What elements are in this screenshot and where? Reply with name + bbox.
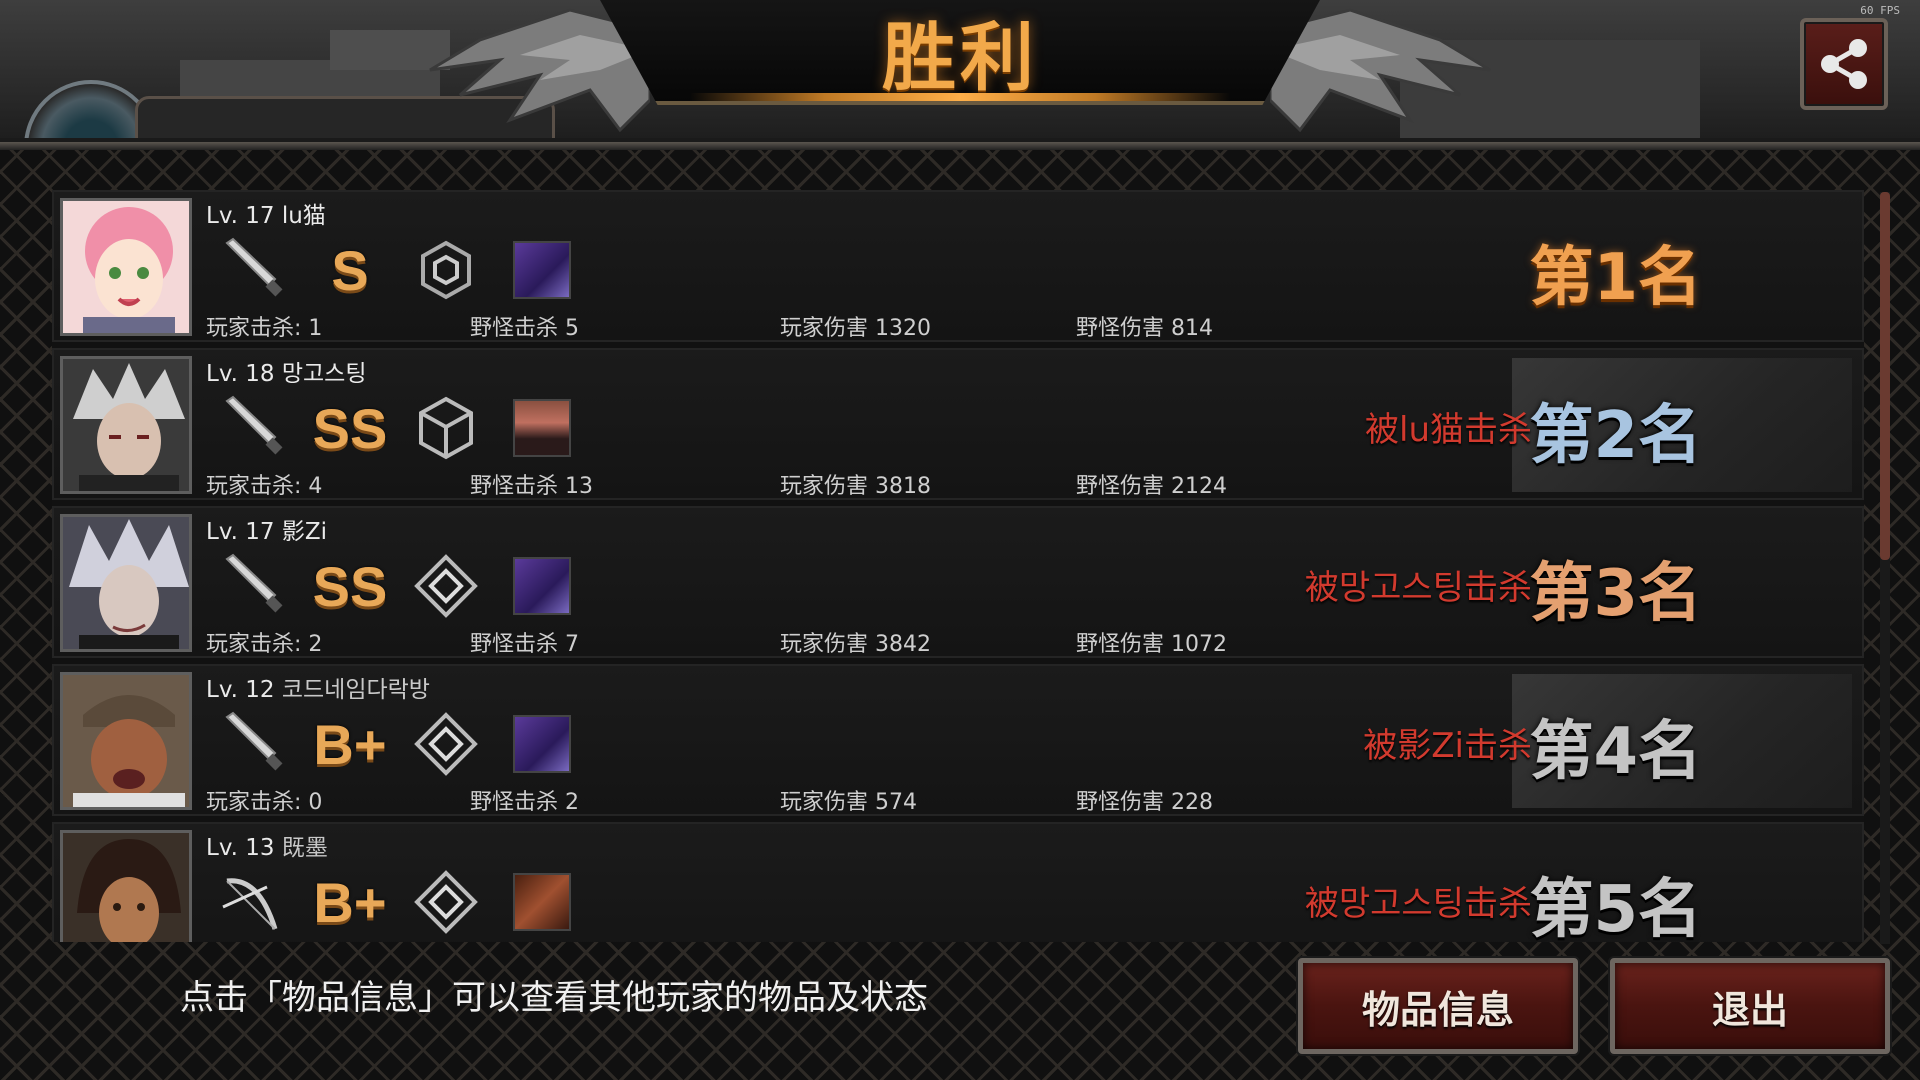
hint-text: 点击「物品信息」可以查看其他玩家的物品及状态 — [180, 978, 928, 1018]
killed-by-label: 被망고스팅击杀 — [1304, 884, 1532, 924]
grade-badge: SS — [312, 396, 388, 460]
grade-badge: B + — [313, 870, 387, 934]
player-kills: 玩家击杀: 1 — [206, 316, 323, 341]
knife-icon[interactable] — [206, 704, 302, 784]
rank-label: 第4名 — [1529, 715, 1702, 789]
diamond-emblem-icon[interactable] — [398, 704, 494, 784]
rank-label: 第2名 — [1529, 399, 1702, 473]
purple-skin-icon[interactable] — [494, 546, 590, 626]
player-level: Lv. 18 — [206, 361, 275, 387]
player-name: 影Zi — [281, 519, 327, 545]
avatar — [60, 198, 192, 336]
killed-by-label: 被망고스팅击杀 — [1304, 568, 1532, 608]
monster-damage: 野怪伤害 1072 — [1076, 632, 1227, 657]
player-name: lu猫 — [281, 203, 326, 229]
player-level: Lv. 17 — [206, 203, 275, 229]
purple-skin-icon[interactable] — [494, 230, 590, 310]
avatar — [60, 830, 192, 942]
player-kills: 玩家击杀: 4 — [206, 474, 323, 499]
player-row[interactable]: Lv. 18 망고스팅 SS 玩家击杀: 4 野怪击杀 13 玩家伤害 3818… — [52, 348, 1864, 500]
rank-label: 第5名 — [1529, 873, 1702, 942]
diamond-emblem-icon[interactable] — [398, 546, 494, 626]
player-level: Lv. 17 — [206, 519, 275, 545]
cube-emblem-icon[interactable] — [398, 388, 494, 468]
victory-title: 胜利 — [882, 15, 1038, 101]
item-info-button[interactable]: 物品信息 — [1298, 958, 1578, 1054]
results-list[interactable]: Lv. 17 lu猫 S 玩家击杀: 1 野怪击杀 5 玩家伤害 1320 野怪… — [52, 190, 1864, 942]
grade-badge: SS — [312, 554, 388, 618]
avatar — [60, 672, 192, 810]
monster-kills: 野怪击杀 13 — [470, 474, 593, 499]
scrollbar[interactable] — [1880, 192, 1890, 944]
share-button[interactable] — [1800, 18, 1888, 110]
sunglasses-skin-icon[interactable] — [494, 388, 590, 468]
killed-by-label: 被影Zi击杀 — [1363, 726, 1532, 766]
player-level: Lv. 12 — [206, 677, 275, 703]
monster-damage: 野怪伤害 2124 — [1076, 474, 1227, 499]
knife-icon[interactable] — [206, 388, 302, 468]
monster-damage: 野怪伤害 228 — [1076, 790, 1213, 815]
monster-damage: 野怪伤害 814 — [1076, 316, 1213, 341]
avatar — [60, 514, 192, 652]
player-level: Lv. 13 — [206, 835, 275, 861]
grade-badge: S — [331, 238, 369, 302]
player-damage: 玩家伤害 1320 — [780, 316, 931, 341]
player-name: 코드네임다락방 — [281, 677, 430, 703]
player-row[interactable]: Lv. 13 既墨 B + 被망고스팅击杀 第5名 — [52, 822, 1864, 942]
knife-icon[interactable] — [206, 230, 302, 310]
rank-label: 第1名 — [1529, 241, 1702, 315]
monster-kills: 野怪击杀 7 — [470, 632, 579, 657]
grade-badge: B + — [313, 712, 387, 776]
player-kills: 玩家击杀: 2 — [206, 632, 323, 657]
player-damage: 玩家伤害 3842 — [780, 632, 931, 657]
player-row[interactable]: Lv. 17 lu猫 S 玩家击杀: 1 野怪击杀 5 玩家伤害 1320 野怪… — [52, 190, 1864, 342]
killed-by-label: 被lu猫击杀 — [1365, 410, 1532, 450]
knife-icon[interactable] — [206, 546, 302, 626]
player-damage: 玩家伤害 574 — [780, 790, 917, 815]
purple-skin-icon[interactable] — [494, 704, 590, 784]
player-row[interactable]: Lv. 12 코드네임다락방 B + 玩家击杀: 0 野怪击杀 2 玩家伤害 57… — [52, 664, 1864, 816]
player-name: 망고스팅 — [281, 361, 367, 387]
crossed-skin-icon[interactable] — [494, 862, 590, 942]
monster-kills: 野怪击杀 5 — [470, 316, 579, 341]
rank-label: 第3名 — [1529, 557, 1702, 631]
player-kills: 玩家击杀: 0 — [206, 790, 323, 815]
player-damage: 玩家伤害 3818 — [780, 474, 931, 499]
hexagon-emblem-icon[interactable] — [398, 230, 494, 310]
avatar — [60, 356, 192, 494]
monster-kills: 野怪击杀 2 — [470, 790, 579, 815]
player-row[interactable]: Lv. 17 影Zi SS 玩家击杀: 2 野怪击杀 7 玩家伤害 3842 野… — [52, 506, 1864, 658]
scroll-thumb[interactable] — [1880, 192, 1890, 560]
exit-button[interactable]: 退出 — [1610, 958, 1890, 1054]
bow-icon[interactable] — [206, 862, 302, 942]
diamond-emblem-icon[interactable] — [398, 862, 494, 942]
share-icon — [1821, 39, 1867, 89]
player-name: 既墨 — [281, 835, 328, 861]
